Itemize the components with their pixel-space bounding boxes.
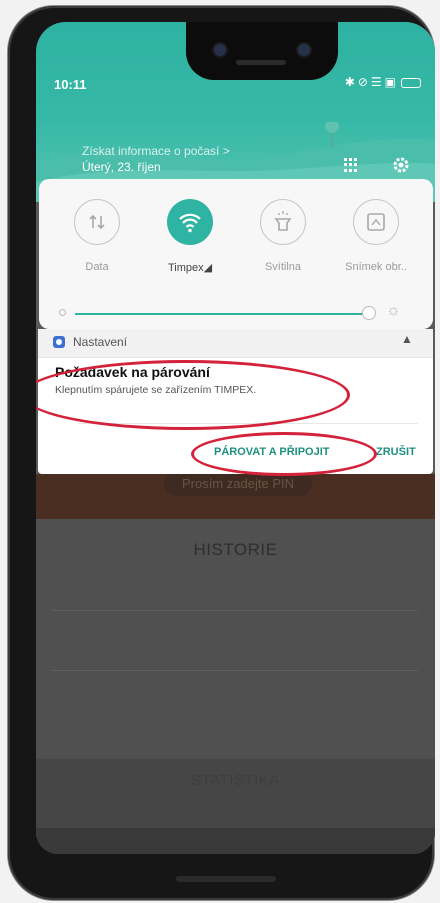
grid-icon[interactable] [344, 158, 358, 172]
brightness-sun-icon: ☼ [386, 302, 401, 319]
brightness-slider[interactable] [75, 313, 369, 315]
history-title: HISTORIE [193, 540, 278, 559]
tile-label: Data [85, 261, 109, 273]
flashlight-icon [260, 199, 306, 245]
alarm-icon: ⊘ [357, 75, 371, 89]
tile-flashlight[interactable]: Svítilna [248, 199, 318, 273]
tile-data[interactable]: Data [62, 199, 132, 273]
wifi-icon: ☰ [370, 75, 385, 89]
pair-and-connect-button[interactable]: PÁROVAT A PŘIPOJIT [214, 446, 330, 458]
wifi-icon [167, 199, 213, 245]
bottom-speaker [176, 876, 276, 882]
gear-icon[interactable] [391, 155, 411, 175]
quick-settings-panel: Data Timpex◢ Svítilna Snímek obr.. ☼ [39, 179, 433, 329]
notification-app-name: Nastavení [73, 335, 128, 349]
brightness-slider-thumb[interactable] [362, 306, 376, 320]
status-time: 10:11 [54, 77, 87, 92]
weather-link[interactable]: Získat informace o počasí > [82, 143, 230, 159]
history-divider [52, 610, 418, 611]
pairing-notification[interactable]: Nastavení ▲ Požadavek na párování Klepnu… [38, 329, 433, 474]
battery-icon [401, 77, 421, 88]
notification-app-row: Nastavení ▲ [38, 329, 433, 358]
settings-app-icon [53, 336, 65, 348]
screenshot-icon [353, 199, 399, 245]
front-camera-right [298, 44, 310, 56]
front-camera-left [214, 44, 226, 56]
bluetooth-icon: ✱ [344, 75, 358, 89]
phone-frame: Prosím zadejte PIN HISTORIE STATISTIKA 1… [8, 6, 435, 900]
app-bottom-bar [36, 828, 435, 854]
weather-widget[interactable]: Získat informace o počasí > Úterý, 23. ř… [82, 143, 230, 175]
screen-icon: ▣ [384, 75, 399, 89]
notch [186, 22, 338, 80]
screen: Prosím zadejte PIN HISTORIE STATISTIKA 1… [36, 22, 435, 854]
notification-divider [78, 423, 418, 424]
tile-label: Snímek obr.. [345, 261, 407, 273]
mobile-data-icon [74, 199, 120, 245]
notification-text: Klepnutím spárujete se zařízením TIMPEX. [55, 384, 257, 396]
history-divider [52, 670, 418, 671]
collapse-icon[interactable]: ▲ [399, 332, 415, 346]
tile-screenshot[interactable]: Snímek obr.. [341, 199, 411, 273]
status-icons: ✱⊘☰▣ [345, 75, 421, 89]
date-label: Úterý, 23. říjen [82, 160, 161, 174]
cancel-button[interactable]: ZRUŠIT [376, 446, 416, 458]
tile-label: Svítilna [264, 261, 302, 273]
stats-title: STATISTIKA [191, 772, 280, 789]
pin-entry-button[interactable]: Prosím zadejte PIN [164, 472, 312, 496]
brightness-min-icon [59, 309, 66, 316]
tile-wifi[interactable]: Timpex◢ [155, 199, 225, 274]
notification-title: Požadavek na párování [55, 364, 210, 380]
earpiece-speaker [236, 60, 286, 65]
tile-label: Timpex◢ [167, 262, 213, 274]
